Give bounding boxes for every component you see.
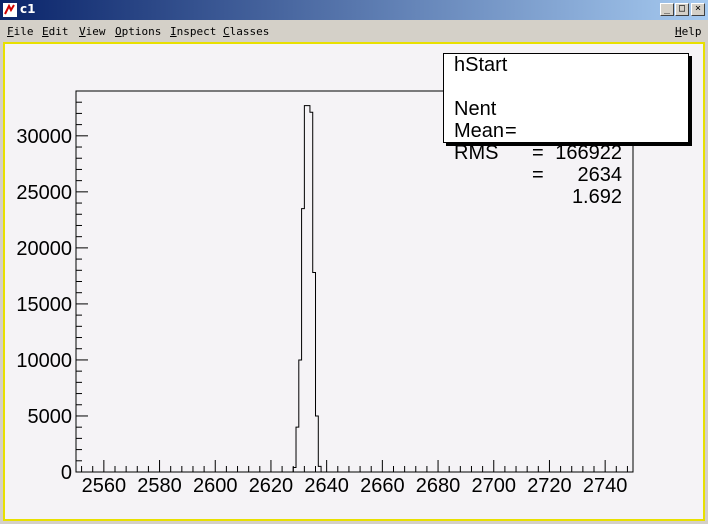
y-tick-label-25000: 25000	[16, 182, 72, 204]
x-tick-label-2680: 2680	[416, 475, 461, 497]
x-axis: 2560 2580 2600 2620 2640 2660 2680 2700 2720 2740	[81, 460, 628, 497]
x-tick-label-2740: 2740	[583, 475, 628, 497]
y-tick-label-10000: 10000	[16, 350, 72, 372]
stats-histogram-name: hStart	[454, 54, 508, 76]
y-tick-label-20000: 20000	[16, 238, 72, 260]
stats-rms-row: RMS = 1.692	[444, 120, 688, 230]
stats-box[interactable]: hStart Nent = 166922 Mean = 2634 RMS = 1…	[443, 53, 689, 208]
histogram-line	[290, 105, 324, 473]
x-tick-label-2620: 2620	[249, 475, 294, 497]
stats-rms-label: RMS	[454, 142, 499, 164]
x-tick-label-2600: 2600	[193, 475, 238, 497]
y-tick-label-5000: 5000	[28, 406, 73, 428]
x-tick-label-2720: 2720	[527, 475, 572, 497]
x-tick-label-2660: 2660	[360, 475, 405, 497]
stats-rms-value: 1.692	[571, 186, 622, 208]
y-tick-label-15000: 15000	[16, 294, 72, 316]
y-tick-label-0: 0	[61, 462, 72, 484]
stats-rms-equals: =	[532, 164, 544, 186]
y-axis: 0 5000 10000 15000 20000 25000 30000	[16, 101, 88, 484]
y-tick-label-30000: 30000	[16, 126, 72, 148]
x-tick-label-2580: 2580	[137, 475, 182, 497]
x-tick-label-2700: 2700	[472, 475, 517, 497]
x-tick-label-2640: 2640	[304, 475, 349, 497]
x-tick-label-2560: 2560	[82, 475, 127, 497]
